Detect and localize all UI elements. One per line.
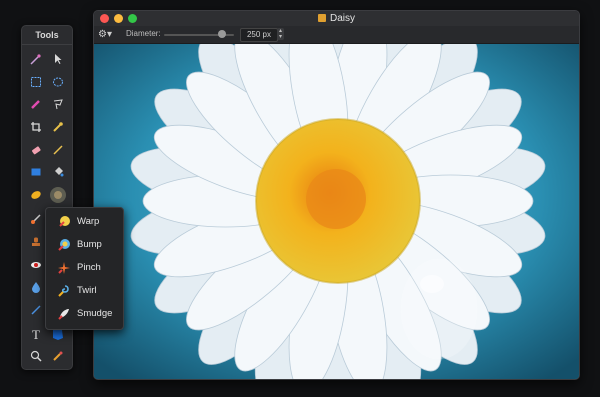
- ellipse-select-icon[interactable]: [47, 71, 69, 93]
- menu-item-label: Smudge: [77, 308, 113, 319]
- bump-icon: [58, 239, 70, 251]
- warp-icon: [59, 216, 70, 227]
- diameter-stepper[interactable]: ▴ ▾: [277, 28, 284, 40]
- red-eye-icon[interactable]: [25, 254, 47, 276]
- zoom-icon[interactable]: [25, 345, 47, 367]
- eraser-icon[interactable]: [25, 139, 47, 161]
- paint-select-icon[interactable]: [25, 93, 47, 115]
- diameter-field[interactable]: 250 px: [240, 28, 278, 42]
- clone-stamp-icon[interactable]: [25, 231, 47, 253]
- paint-bucket-icon[interactable]: [47, 161, 69, 183]
- window-title-text: Daisy: [329, 13, 355, 24]
- pencil-icon[interactable]: [47, 139, 69, 161]
- distort-popup-menu: Warp Bump Pinch Twirl Smudge: [45, 207, 124, 330]
- menu-item-warp[interactable]: Warp: [46, 213, 123, 231]
- eyedropper-icon[interactable]: [47, 116, 69, 138]
- distort-tool-icon[interactable]: [47, 184, 69, 206]
- twirl-icon: [58, 285, 69, 297]
- pinch-icon: [58, 262, 70, 274]
- menu-item-twirl[interactable]: Twirl: [46, 282, 123, 300]
- options-toolbar: ⚙▾ Diameter: 250 px ▴ ▾: [94, 26, 579, 44]
- line-icon[interactable]: [25, 299, 47, 321]
- window-title: Daisy: [94, 11, 579, 26]
- image-window: Daisy ⚙▾ Diameter: 250 px ▴ ▾: [93, 10, 580, 380]
- diameter-label: Diameter:: [126, 29, 161, 38]
- svg-text:T: T: [32, 328, 40, 340]
- smudge-icon: [58, 309, 69, 320]
- menu-item-bump[interactable]: Bump: [46, 236, 123, 254]
- daisy-image: [94, 44, 579, 379]
- menu-item-label: Warp: [77, 216, 100, 227]
- menu-item-label: Bump: [77, 239, 102, 250]
- menu-item-label: Twirl: [77, 285, 97, 296]
- crop-icon[interactable]: [25, 116, 47, 138]
- magic-wand-icon[interactable]: [25, 48, 47, 70]
- arrow-cursor-icon[interactable]: [47, 48, 69, 70]
- text-icon[interactable]: T: [25, 323, 47, 345]
- rectangle-shape-icon[interactable]: [25, 161, 47, 183]
- menu-item-label: Pinch: [77, 262, 101, 273]
- menu-item-smudge[interactable]: Smudge: [46, 305, 123, 323]
- smudge-tool-icon[interactable]: [25, 184, 47, 206]
- blur-drop-icon[interactable]: [25, 276, 47, 298]
- rect-select-icon[interactable]: [25, 71, 47, 93]
- diameter-slider-knob[interactable]: [218, 30, 226, 38]
- brush-icon[interactable]: [25, 208, 47, 230]
- menu-item-pinch[interactable]: Pinch: [46, 259, 123, 277]
- lasso-icon[interactable]: [47, 93, 69, 115]
- gear-icon[interactable]: ⚙▾: [98, 28, 118, 41]
- document-icon: [317, 14, 326, 22]
- color-picker-icon[interactable]: [47, 345, 69, 367]
- tools-title: Tools: [22, 26, 72, 45]
- image-canvas[interactable]: [94, 44, 579, 379]
